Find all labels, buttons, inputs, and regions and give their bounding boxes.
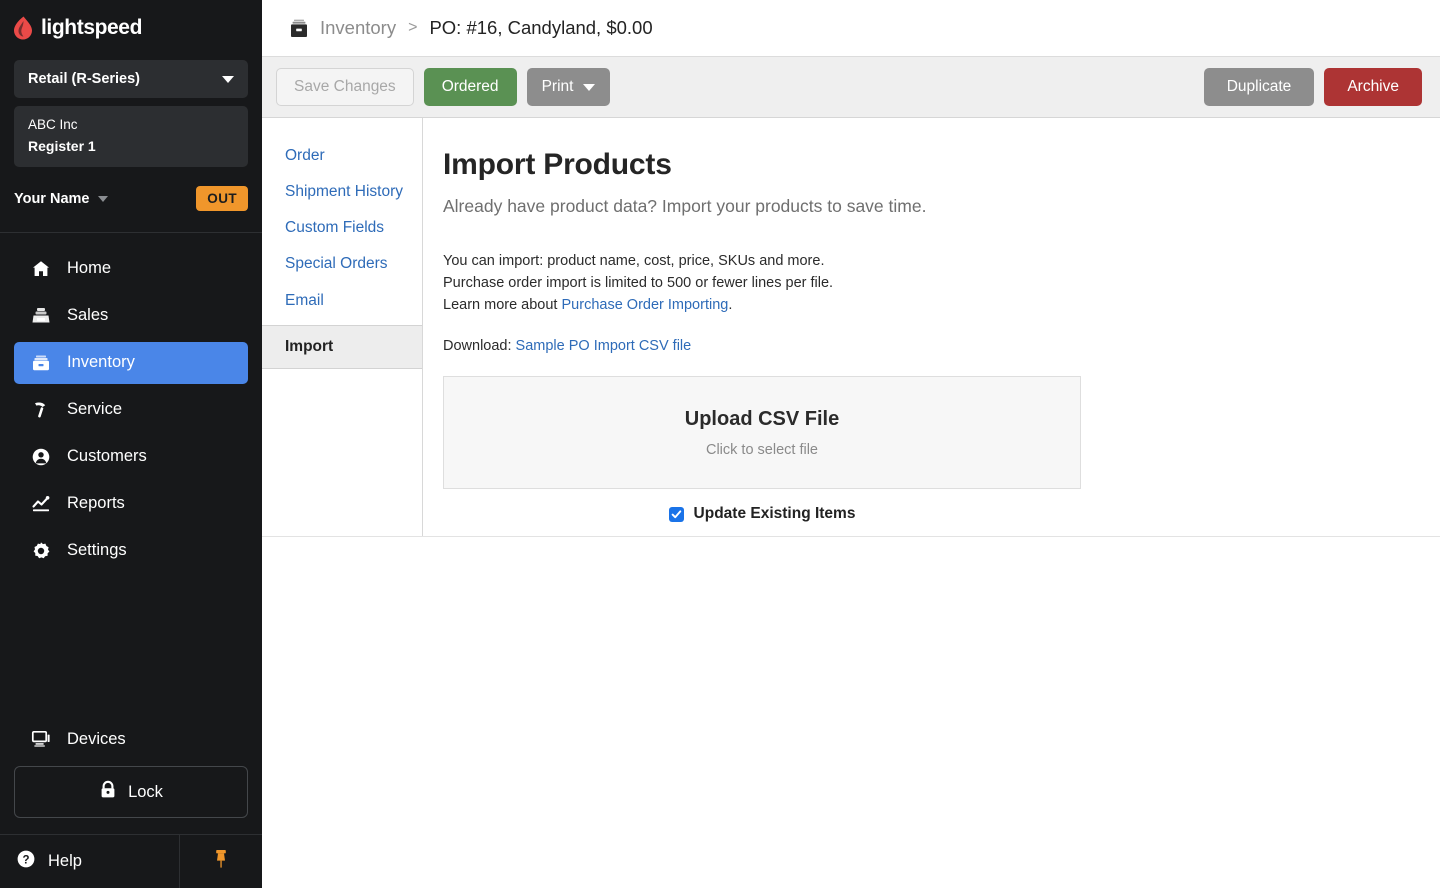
breadcrumb: Inventory > PO: #16, Candyland, $0.00	[262, 0, 1440, 57]
primary-navigation: Home Sales Inventory Service Customers R…	[0, 233, 262, 577]
clock-out-badge[interactable]: OUT	[196, 186, 248, 212]
chevron-down-icon	[98, 195, 109, 202]
page-title: Import Products	[443, 148, 672, 181]
brand-wordmark: lightspeed	[41, 16, 143, 39]
inventory-box-icon	[30, 352, 52, 374]
breadcrumb-current: PO: #16, Candyland, $0.00	[429, 17, 653, 38]
subnav-item-email[interactable]: Email	[262, 283, 422, 319]
save-changes-button[interactable]: Save Changes	[276, 68, 414, 106]
subnav-item-custom-fields[interactable]: Custom Fields	[262, 210, 422, 246]
import-info-line-3: Learn more about Purchase Order Importin…	[443, 294, 1440, 316]
body-area: Order Shipment History Custom Fields Spe…	[262, 118, 1440, 888]
sidebar-item-settings[interactable]: Settings	[14, 530, 248, 572]
ordered-status-button[interactable]: Ordered	[423, 68, 517, 106]
user-menu[interactable]: Your Name	[14, 190, 109, 207]
user-name: Your Name	[14, 190, 90, 207]
breadcrumb-separator: >	[408, 19, 418, 36]
archive-button[interactable]: Archive	[1324, 68, 1422, 106]
subnav-item-shipment-history[interactable]: Shipment History	[262, 174, 422, 210]
update-existing-items-row: Update Existing Items	[443, 505, 1081, 523]
secondary-navigation: Order Shipment History Custom Fields Spe…	[262, 118, 423, 536]
import-info-block: You can import: product name, cost, pric…	[443, 250, 1440, 316]
gear-icon	[30, 540, 52, 562]
sidebar-item-service[interactable]: Service	[14, 389, 248, 431]
sidebar-item-label: Customers	[67, 447, 147, 466]
brand-logo: lightspeed	[0, 0, 262, 56]
content-panel: Order Shipment History Custom Fields Spe…	[262, 118, 1440, 537]
learn-more-suffix: .	[728, 297, 733, 314]
help-button[interactable]: ? Help	[0, 835, 180, 888]
person-circle-icon	[30, 446, 52, 468]
breadcrumb-parent[interactable]: Inventory	[320, 17, 396, 39]
import-info-line-2: Purchase order import is limited to 500 …	[443, 275, 834, 292]
download-row: Download: Sample PO Import CSV file	[443, 338, 1440, 354]
store-register-box[interactable]: ABC Inc Register 1	[14, 106, 248, 167]
chevron-down-icon	[222, 75, 234, 83]
cash-register-icon	[30, 305, 52, 327]
sidebar-item-customers[interactable]: Customers	[14, 436, 248, 478]
main-area: Inventory > PO: #16, Candyland, $0.00 Sa…	[262, 0, 1440, 888]
sidebar-item-label: Service	[67, 400, 123, 419]
dropzone-title: Upload CSV File	[684, 407, 840, 430]
purchase-order-importing-link[interactable]: Purchase Order Importing	[562, 297, 729, 313]
home-icon	[30, 258, 52, 280]
print-button-label: Print	[541, 78, 574, 95]
lock-button-label: Lock	[128, 782, 163, 801]
lightspeed-flame-icon	[12, 16, 34, 40]
series-selector[interactable]: Retail (R-Series)	[14, 60, 248, 98]
inventory-box-icon	[290, 19, 308, 38]
pushpin-icon	[212, 848, 230, 875]
sidebar-bottom-bar: ? Help	[0, 834, 262, 888]
dropzone-subtitle: Click to select file	[705, 441, 818, 458]
learn-more-prefix: Learn more about	[443, 297, 562, 314]
question-circle-icon: ?	[16, 849, 36, 874]
pin-sidebar-button[interactable]	[180, 835, 262, 888]
sidebar-item-label: Settings	[67, 541, 127, 560]
page-subtitle: Already have product data? Import your p…	[443, 196, 927, 216]
update-existing-items-label: Update Existing Items	[693, 505, 856, 523]
svg-text:?: ?	[22, 854, 29, 866]
user-row: Your Name OUT	[14, 177, 248, 221]
application-window: lightspeed Retail (R-Series) ABC Inc Reg…	[0, 0, 1440, 888]
download-label: Download:	[443, 338, 516, 355]
subnav-item-special-orders[interactable]: Special Orders	[262, 246, 422, 282]
company-name: ABC Inc	[28, 117, 78, 132]
sidebar-item-label: Reports	[67, 494, 125, 513]
upload-csv-dropzone[interactable]: Upload CSV File Click to select file	[443, 376, 1081, 490]
hammer-icon	[30, 399, 52, 421]
sidebar-item-devices[interactable]: Devices	[14, 718, 248, 760]
import-info-line-1: You can import: product name, cost, pric…	[443, 253, 825, 269]
page-filler	[262, 537, 1440, 888]
chart-line-icon	[30, 493, 52, 515]
sidebar-item-label: Home	[67, 259, 112, 278]
sidebar-item-label: Inventory	[67, 353, 135, 372]
sidebar-item-label: Devices	[67, 729, 126, 748]
duplicate-button[interactable]: Duplicate	[1203, 68, 1315, 106]
chevron-down-icon	[583, 83, 596, 91]
sample-csv-download-link[interactable]: Sample PO Import CSV file	[516, 338, 692, 354]
action-toolbar: Save Changes Ordered Print Duplicate Arc…	[262, 57, 1440, 118]
register-name: Register 1	[28, 137, 96, 154]
series-selector-label: Retail (R-Series)	[28, 71, 141, 87]
subnav-item-order[interactable]: Order	[262, 138, 422, 174]
lock-button[interactable]: Lock	[14, 766, 248, 818]
subnav-item-import[interactable]: Import	[262, 324, 422, 369]
lock-icon	[99, 780, 117, 804]
sidebar-item-sales[interactable]: Sales	[14, 295, 248, 337]
import-products-section: Import Products Already have product dat…	[423, 118, 1440, 536]
sidebar-item-inventory[interactable]: Inventory	[14, 341, 248, 384]
help-button-label: Help	[48, 852, 82, 870]
print-button[interactable]: Print	[526, 68, 611, 106]
update-existing-items-checkbox[interactable]	[668, 506, 684, 522]
sidebar-item-home[interactable]: Home	[14, 248, 248, 290]
sidebar-item-reports[interactable]: Reports	[14, 483, 248, 525]
sidebar: lightspeed Retail (R-Series) ABC Inc Reg…	[0, 0, 262, 888]
monitor-icon	[30, 728, 52, 750]
sidebar-item-label: Sales	[67, 306, 109, 325]
